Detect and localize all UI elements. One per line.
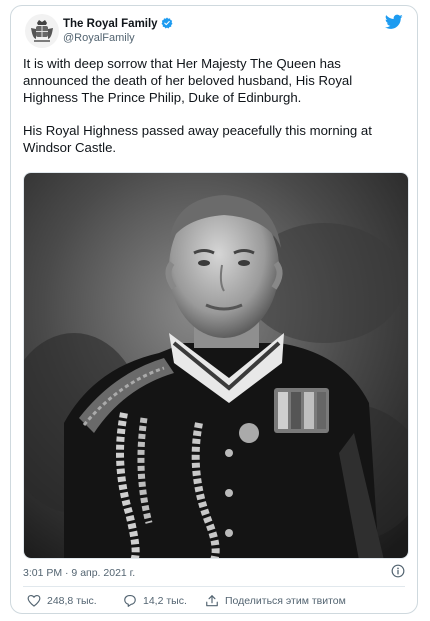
share-label: Поделиться этим твитом [225, 595, 346, 607]
share-icon [206, 595, 218, 607]
divider [23, 586, 405, 587]
tweet-photo[interactable] [23, 172, 409, 559]
tweet-card[interactable]: The Royal Family @RoyalFamily It is with… [10, 5, 418, 614]
tweet-paragraph: It is with deep sorrow that Her Majesty … [23, 56, 353, 105]
like-button[interactable]: 248,8 тыс. [27, 594, 97, 607]
tweet-text: It is with deep sorrow that Her Majesty … [23, 55, 408, 172]
author-handle[interactable]: @RoyalFamily [63, 31, 135, 45]
portrait-image [24, 173, 408, 558]
twitter-bird-icon[interactable] [385, 14, 403, 30]
tweet-header: The Royal Family @RoyalFamily [25, 14, 403, 52]
tweet-timestamp[interactable]: 3:01 PM · 9 апр. 2021 г. [23, 566, 135, 580]
verified-badge-icon [161, 17, 173, 29]
author-name-row[interactable]: The Royal Family [63, 17, 173, 31]
reply-icon [124, 594, 136, 607]
royal-crest-icon[interactable] [25, 14, 59, 48]
heart-icon [27, 594, 41, 607]
share-button[interactable]: Поделиться этим твитом [205, 594, 346, 608]
reply-button[interactable]: 14,2 тыс. [123, 594, 187, 607]
info-icon[interactable] [391, 564, 405, 578]
tweet-paragraph: His Royal Highness passed away peacefull… [23, 123, 372, 155]
author-name[interactable]: The Royal Family [63, 18, 158, 30]
likes-count: 248,8 тыс. [47, 594, 97, 607]
replies-count: 14,2 тыс. [143, 594, 187, 607]
